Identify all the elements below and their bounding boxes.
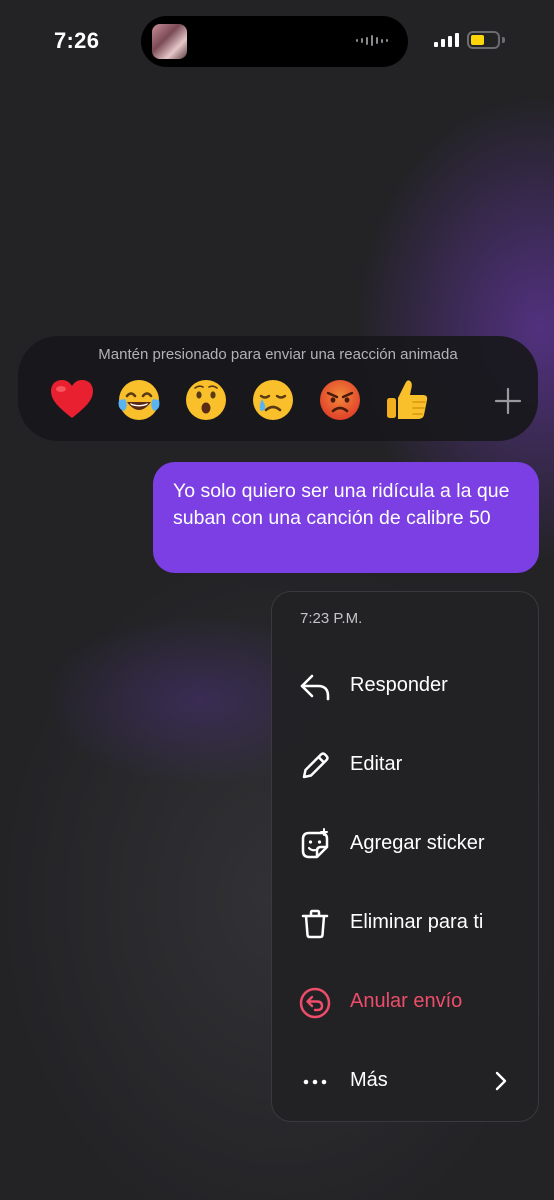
unsend-icon [299,987,331,1019]
status-time: 7:26 [54,28,100,53]
message-timestamp: 7:23 P.M. [300,610,363,627]
sent-message-bubble[interactable]: Yo solo quiero ser una ridícula a la que… [153,462,539,573]
message-context-menu: 7:23 P.M. Responder Editar Agregar stick… [271,591,539,1122]
menu-item-label: Editar [350,753,403,775]
surprised-emoji-icon[interactable] [182,376,230,424]
menu-item-more[interactable]: Más [272,1050,538,1110]
emoji-row [48,376,522,428]
menu-item-edit[interactable]: Editar [272,734,538,794]
pencil-icon [302,752,329,779]
menu-item-label: Anular envío [350,990,463,1012]
battery-tip [502,37,505,43]
menu-item-label: Más [350,1069,388,1091]
more-dots-icon [303,1079,327,1085]
sticker-icon [301,828,329,859]
heart-emoji-icon[interactable] [48,376,96,424]
reaction-hint: Mantén presionado para enviar una reacci… [98,346,458,363]
dynamic-island[interactable] [141,16,408,67]
menu-item-unsend[interactable]: Anular envío [272,971,538,1031]
menu-item-add-sticker[interactable]: Agregar sticker [272,813,538,873]
cellular-signal-icon [434,32,459,47]
reaction-bar: Mantén presionado para enviar una reacci… [18,336,538,441]
angry-emoji-icon[interactable] [316,376,364,424]
thumbs-up-emoji-icon[interactable] [383,376,431,424]
menu-item-label: Agregar sticker [350,832,485,854]
battery-icon [467,31,500,49]
chevron-right-icon [495,1071,507,1091]
menu-item-label: Eliminar para ti [350,911,484,933]
crying-emoji-icon[interactable] [249,376,297,424]
now-playing-artwork [152,24,187,59]
menu-item-label: Responder [350,674,448,696]
menu-item-delete-for-you[interactable]: Eliminar para ti [272,892,538,952]
trash-icon [301,909,329,939]
status-bar: 7:26 [0,0,554,90]
reply-icon [300,674,330,701]
audio-waveform-icon [356,35,388,46]
tears-of-joy-emoji-icon[interactable] [115,376,163,424]
battery-level [471,35,484,45]
menu-item-reply[interactable]: Responder [272,655,538,715]
plus-icon[interactable] [494,387,522,415]
